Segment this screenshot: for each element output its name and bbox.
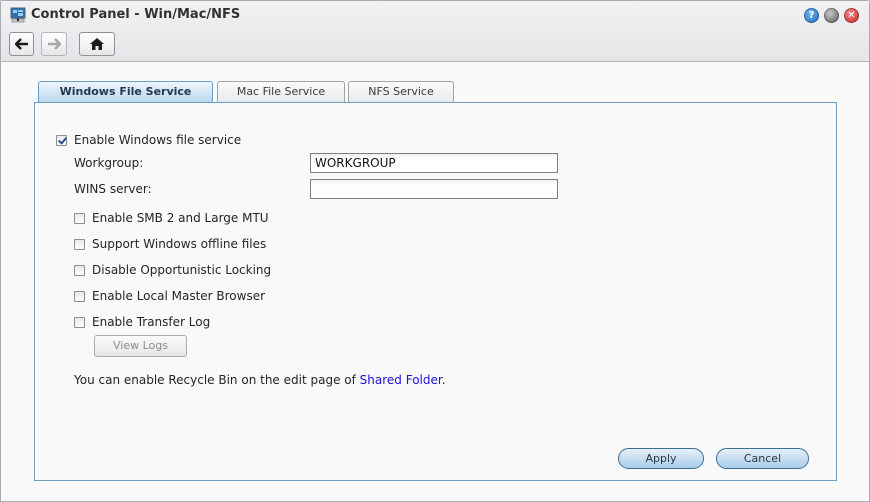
windows-file-service-panel: Enable Windows file service Workgroup: W… <box>34 102 837 481</box>
transfer-log-label: Enable Transfer Log <box>92 315 211 329</box>
transfer-log-checkbox[interactable] <box>74 316 85 328</box>
tab-mac-file-service[interactable]: Mac File Service <box>217 81 345 102</box>
enable-windows-file-service-checkbox[interactable] <box>56 134 67 146</box>
arrow-right-icon <box>48 38 61 50</box>
enable-windows-file-service-label: Enable Windows file service <box>74 133 242 147</box>
disable-oplocks-label: Disable Opportunistic Locking <box>92 263 272 277</box>
tab-nfs-service[interactable]: NFS Service <box>348 81 454 102</box>
option-row: Enable SMB 2 and Large MTU <box>74 211 269 225</box>
enable-smb2-label: Enable SMB 2 and Large MTU <box>92 211 269 225</box>
local-master-browser-checkbox[interactable] <box>74 290 85 302</box>
enable-windows-file-service-row: Enable Windows file service <box>56 133 241 147</box>
home-icon <box>90 38 104 50</box>
minimize-button[interactable] <box>824 8 839 23</box>
window-title: Control Panel - Win/Mac/NFS <box>31 7 241 22</box>
wins-server-label: WINS server: <box>74 182 152 196</box>
note-text: You can enable Recycle Bin on the edit p… <box>74 373 360 387</box>
forward-button[interactable] <box>41 32 67 56</box>
apply-button[interactable]: Apply <box>618 448 704 469</box>
help-button[interactable]: ? <box>804 8 819 23</box>
wins-server-input[interactable] <box>310 179 558 199</box>
control-panel-window: Control Panel - Win/Mac/NFS ? ✕ Windows … <box>0 0 870 502</box>
enable-smb2-checkbox[interactable] <box>74 212 85 224</box>
disable-oplocks-checkbox[interactable] <box>74 264 85 276</box>
offline-files-checkbox[interactable] <box>74 238 85 250</box>
back-button[interactable] <box>9 32 34 56</box>
title-bar: Control Panel - Win/Mac/NFS ? ✕ <box>1 1 869 62</box>
option-row: Enable Local Master Browser <box>74 289 265 303</box>
cancel-button[interactable]: Cancel <box>716 448 809 469</box>
offline-files-label: Support Windows offline files <box>92 237 267 251</box>
note-suffix: . <box>441 373 446 387</box>
local-master-browser-label: Enable Local Master Browser <box>92 289 266 303</box>
arrow-left-icon <box>14 38 28 50</box>
close-button[interactable]: ✕ <box>844 8 859 23</box>
workgroup-label: Workgroup: <box>74 156 144 170</box>
home-button[interactable] <box>79 32 115 56</box>
workgroup-input[interactable] <box>310 153 558 173</box>
content-area: Windows File Service Mac File Service NF… <box>1 62 869 501</box>
shared-folder-link[interactable]: Shared Folder <box>360 373 442 387</box>
option-row: Disable Opportunistic Locking <box>74 263 271 277</box>
recycle-bin-note: You can enable Recycle Bin on the edit p… <box>74 373 446 387</box>
tab-windows-file-service[interactable]: Windows File Service <box>38 81 213 103</box>
option-row: Support Windows offline files <box>74 237 266 251</box>
help-icon: ? <box>808 10 815 21</box>
control-panel-icon <box>10 7 26 23</box>
close-icon: ✕ <box>847 10 856 21</box>
view-logs-button[interactable]: View Logs <box>94 335 187 357</box>
option-row: Enable Transfer Log <box>74 315 210 329</box>
